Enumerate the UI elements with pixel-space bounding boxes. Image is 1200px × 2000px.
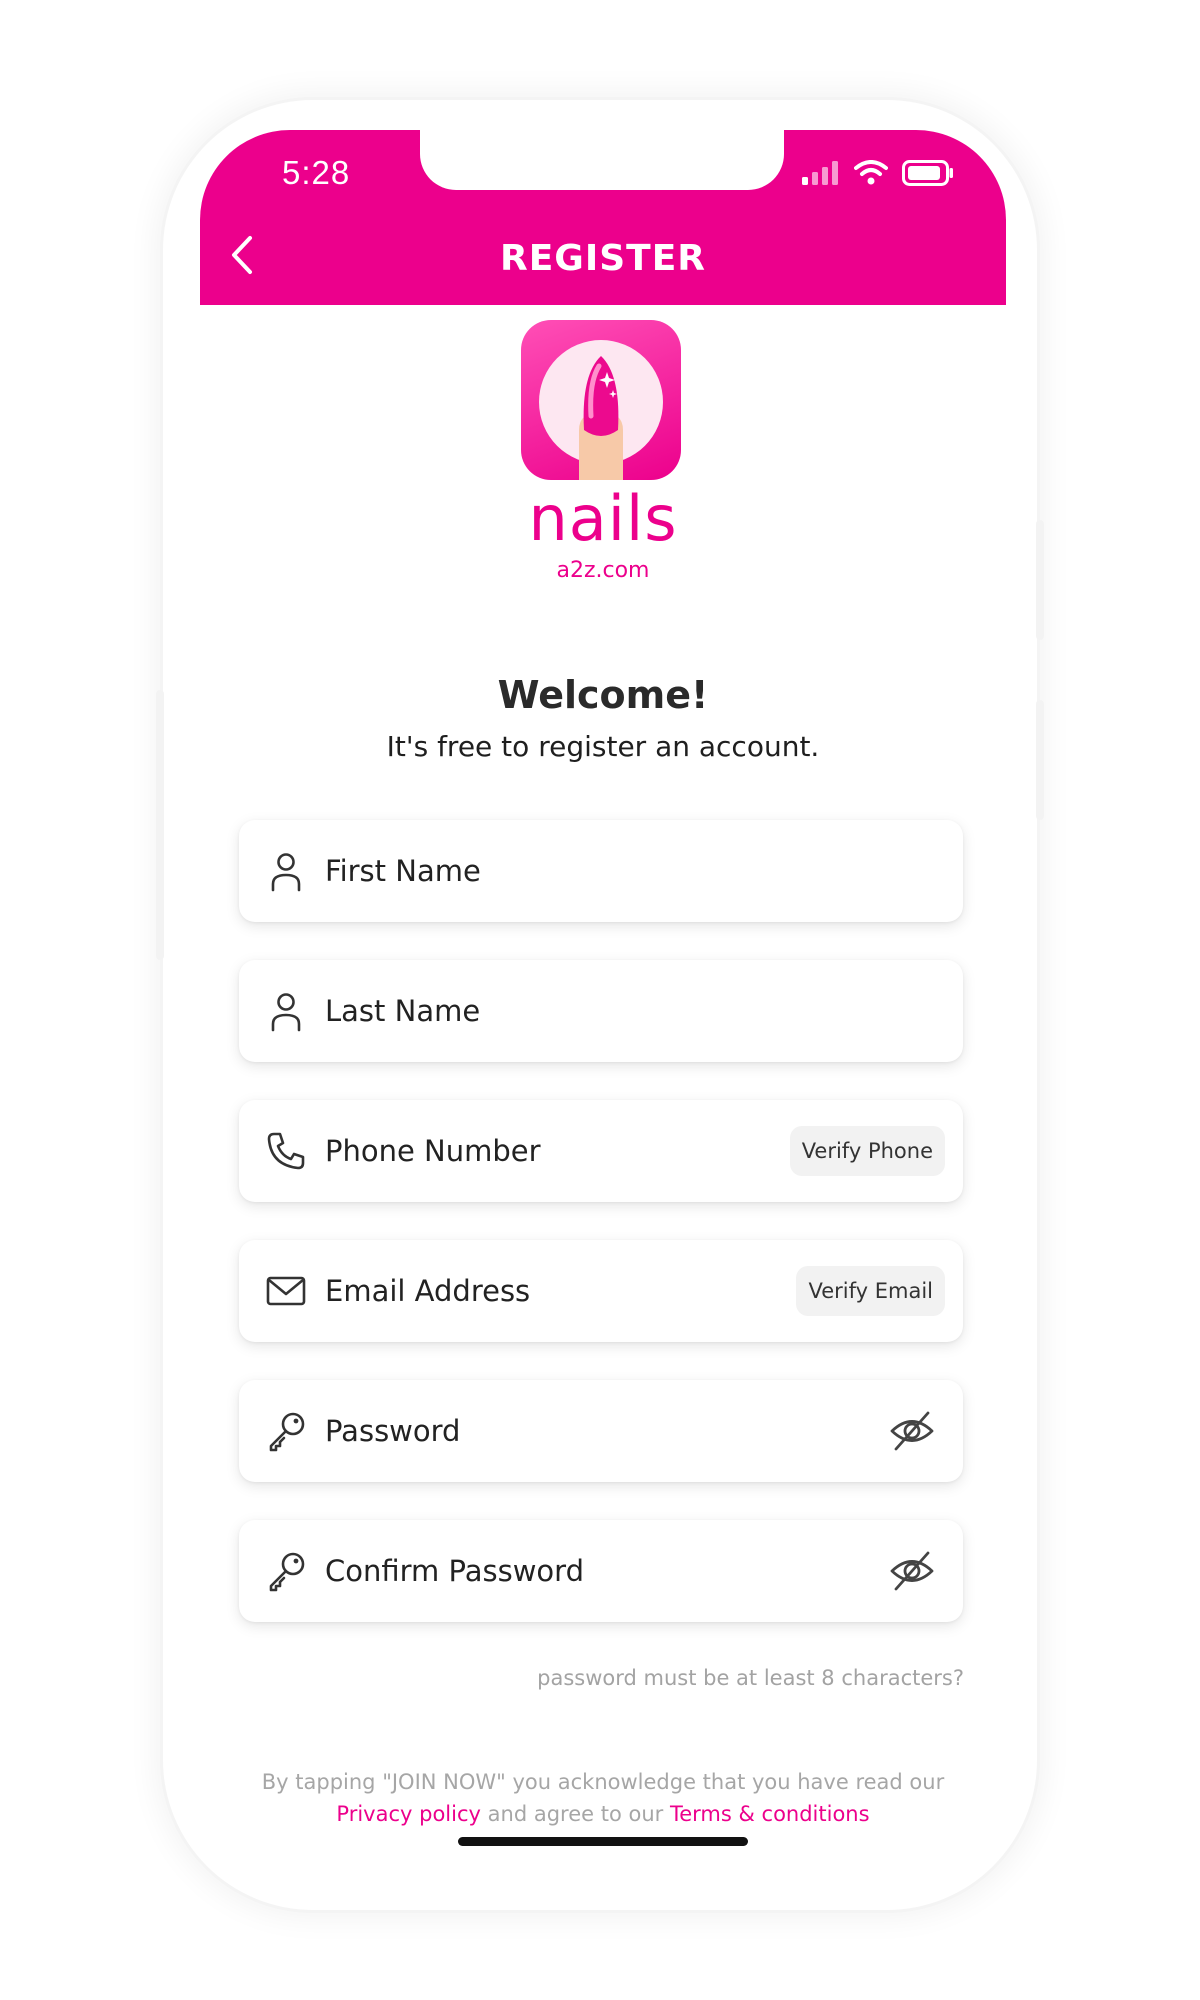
first-name-input[interactable]: First Name <box>325 851 481 891</box>
legal-line-1: By tapping "JOIN NOW" you acknowledge th… <box>261 1770 945 1794</box>
phone-field[interactable]: Phone Number Verify Phone <box>239 1100 963 1202</box>
first-name-field[interactable]: First Name <box>239 820 963 922</box>
app-header: 5:28 REGISTER <box>200 130 1006 305</box>
power-button <box>156 690 164 960</box>
mail-icon <box>266 1276 306 1306</box>
stage: 5:28 REGISTER nails a2z.com Welcome! It'… <box>0 0 1200 2000</box>
user-icon <box>271 993 301 1032</box>
nail-icon <box>539 340 663 480</box>
signal-icon <box>802 161 838 185</box>
verify-phone-button[interactable]: Verify Phone <box>789 1126 945 1176</box>
page-title: REGISTER <box>499 238 707 279</box>
phone-input[interactable]: Phone Number <box>325 1131 541 1171</box>
last-name-field[interactable]: Last Name <box>239 960 963 1062</box>
app-logo <box>521 320 681 480</box>
legal-line-2: Privacy policy and agree to our Terms & … <box>200 1798 1006 1830</box>
last-name-input[interactable]: Last Name <box>325 991 480 1031</box>
eye-off-icon[interactable] <box>889 1548 935 1594</box>
email-input[interactable]: Email Address <box>325 1271 530 1311</box>
privacy-policy-link[interactable]: Privacy policy <box>336 1802 481 1826</box>
password-input[interactable]: Password <box>325 1411 460 1451</box>
status-icons <box>802 160 954 186</box>
wifi-icon <box>854 160 888 185</box>
user-icon <box>271 853 301 892</box>
status-time: 5:28 <box>282 154 351 191</box>
key-icon <box>269 1552 305 1592</box>
legal-notice: By tapping "JOIN NOW" you acknowledge th… <box>200 1766 1006 1830</box>
welcome-subtitle: It's free to register an account. <box>386 730 820 763</box>
key-icon <box>269 1412 305 1452</box>
terms-link[interactable]: Terms & conditions <box>670 1802 870 1826</box>
verify-email-button[interactable]: Verify Email <box>796 1266 945 1316</box>
volume-button <box>1036 520 1044 640</box>
welcome-title: Welcome! <box>497 673 709 717</box>
confirm-password-input[interactable]: Confirm Password <box>325 1551 584 1591</box>
home-indicator[interactable] <box>458 1837 748 1846</box>
brand-domain: a2z.com <box>556 558 650 583</box>
password-field[interactable]: Password <box>239 1380 963 1482</box>
confirm-password-field[interactable]: Confirm Password <box>239 1520 963 1622</box>
eye-off-icon[interactable] <box>889 1408 935 1454</box>
side-button <box>1036 700 1044 820</box>
battery-icon <box>902 160 953 186</box>
legal-middle-text: and agree to our <box>487 1802 664 1826</box>
app-screen: 5:28 REGISTER nails a2z.com Welcome! It'… <box>200 130 1006 1870</box>
phone-icon <box>267 1132 305 1170</box>
notch <box>420 130 784 190</box>
brand-name: nails <box>528 482 678 555</box>
email-field[interactable]: Email Address Verify Email <box>239 1240 963 1342</box>
password-hint: password must be at least 8 characters? <box>537 1666 964 1690</box>
